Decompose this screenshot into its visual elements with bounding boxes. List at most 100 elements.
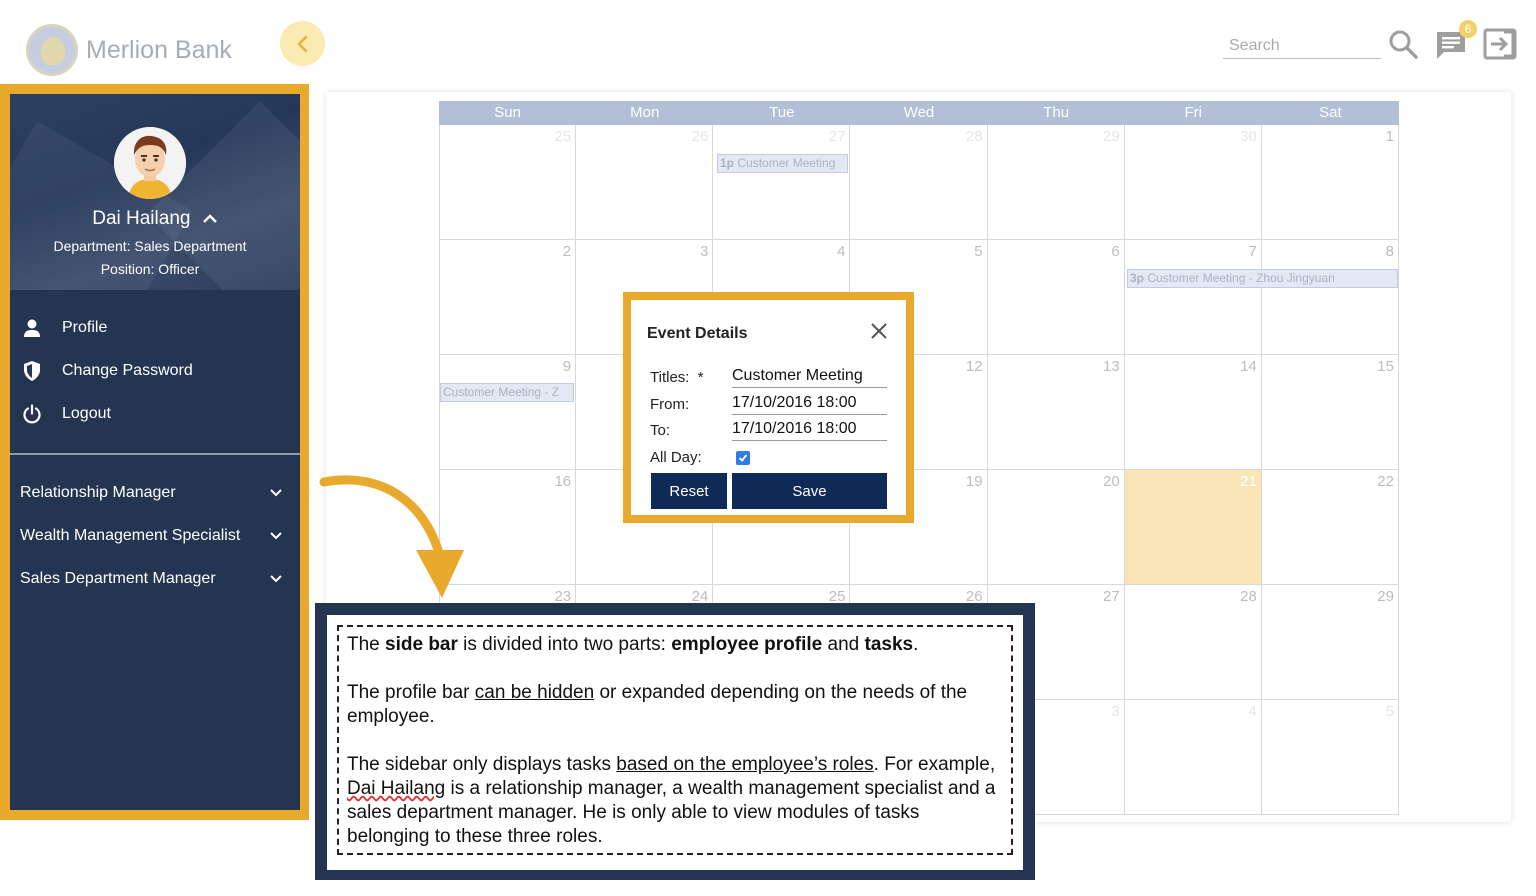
to-field[interactable]: 17/10/2016 18:00	[732, 419, 887, 441]
avatar[interactable]	[114, 127, 186, 199]
to-label: To:	[650, 422, 671, 439]
sidebar-task-relationship-manager[interactable]: Relationship Manager	[10, 475, 300, 511]
calendar-day-cell[interactable]: 29	[987, 125, 1125, 240]
allday-checkbox[interactable]	[736, 451, 750, 465]
sidebar-task-sales-department-manager[interactable]: Sales Department Manager	[10, 561, 300, 597]
bold-span: side bar	[385, 634, 458, 655]
day-number: 28	[1240, 588, 1257, 605]
day-number: 16	[554, 473, 572, 490]
save-button[interactable]: Save	[732, 473, 887, 509]
callout-text: The side bar is divided into two parts: …	[337, 625, 1013, 855]
calendar-day-cell[interactable]: 7	[1124, 240, 1262, 355]
search-field[interactable]	[1223, 35, 1381, 59]
calendar-day-cell[interactable]: 28	[1124, 585, 1262, 700]
day-number: 3	[1111, 703, 1120, 720]
exit-button[interactable]	[1483, 28, 1517, 65]
sidebar-item-label: Profile	[62, 319, 108, 336]
weekday-label: Sat	[1319, 104, 1342, 121]
day-number: 12	[965, 358, 983, 375]
calendar-event[interactable]: 1p Customer Meeting	[717, 154, 848, 173]
sidebar-item-label: Change Password	[62, 362, 193, 379]
sidebar-item-logout[interactable]: Logout	[10, 396, 300, 432]
bold-span: tasks	[864, 634, 914, 655]
day-number: 4	[1248, 703, 1257, 720]
event-details-dialog: Event Details Titles: * Customer Meeting…	[631, 300, 906, 515]
collapse-sidebar-button[interactable]	[280, 21, 325, 66]
chevron-down-icon	[270, 575, 282, 583]
brand[interactable]: Merlion Bank	[26, 24, 232, 76]
task-label: Sales Department Manager	[20, 570, 216, 587]
calendar-day-cell[interactable]: 4	[1124, 700, 1262, 815]
underlined-span: can be hidden	[474, 682, 595, 703]
calendar-event[interactable]: Customer Meeting - Z	[440, 383, 574, 402]
callout-paragraph: The side bar is divided into two parts: …	[347, 633, 1003, 657]
weekday-label: Mon	[630, 104, 660, 121]
from-field[interactable]: 17/10/2016 18:00	[732, 393, 887, 415]
day-number: 1	[1385, 128, 1394, 145]
sidebar-item-profile[interactable]: Profile	[10, 310, 300, 346]
calendar-day-cell[interactable]: 5	[1261, 700, 1399, 815]
profile-section: Dai Hailang Department: Sales Department…	[10, 94, 300, 290]
calendar-day-cell[interactable]: 9	[439, 355, 577, 470]
weekday-label: Fri	[1184, 104, 1203, 121]
day-number: 19	[965, 473, 983, 490]
calendar-day-cell[interactable]: 28	[850, 125, 988, 240]
task-label: Relationship Manager	[20, 484, 176, 501]
day-number: 5	[974, 243, 983, 260]
calendar-day-cell[interactable]: 13	[987, 355, 1125, 470]
search-button[interactable]	[1387, 28, 1419, 65]
titles-label-text: Titles:	[650, 369, 690, 386]
callout-frame: The side bar is divided into two parts: …	[315, 603, 1035, 880]
day-number: 8	[1385, 243, 1394, 260]
user-name-row[interactable]: Dai Hailang	[10, 208, 300, 230]
calendar-day-cell[interactable]: 8	[1261, 240, 1399, 355]
day-number: 6	[1111, 243, 1120, 260]
day-number: 7	[1248, 243, 1257, 260]
sidebar-task-wealth-management-specialist[interactable]: Wealth Management Specialist	[10, 518, 300, 554]
day-number: 4	[837, 243, 846, 260]
search-icon	[1389, 30, 1418, 59]
text-span: and	[822, 634, 865, 655]
calendar-day-cell[interactable]: 15	[1261, 355, 1399, 470]
titles-field[interactable]: Customer Meeting	[732, 366, 887, 388]
calendar-weekday-header: Sun Mon Tue Wed Thu Fri Sat	[439, 101, 1399, 125]
callout-paragraph: The profile bar can be hidden or expande…	[347, 681, 1003, 729]
event-title: Customer Meeting - Zhou Jingyuan	[1147, 271, 1335, 285]
lion-logo-icon	[26, 24, 78, 76]
sidebar-item-label: Logout	[62, 405, 111, 422]
calendar-day-cell[interactable]: 14	[1124, 355, 1262, 470]
text-span: The sidebar only displays tasks	[347, 754, 617, 775]
allday-label: All Day:	[650, 449, 702, 466]
calendar-day-cell[interactable]: 27	[713, 125, 851, 240]
calendar-day-cell[interactable]: 2	[439, 240, 577, 355]
chevron-left-icon	[297, 35, 307, 52]
reset-button[interactable]: Reset	[651, 473, 727, 509]
calendar-day-cell[interactable]: 25	[439, 125, 577, 240]
day-number: 26	[691, 128, 709, 145]
brand-name: Merlion Bank	[86, 35, 232, 64]
calendar-day-cell[interactable]: 26	[576, 125, 714, 240]
calendar-day-cell[interactable]: 6	[987, 240, 1125, 355]
calendar-day-cell[interactable]: 21	[1124, 470, 1262, 585]
chevron-down-icon	[270, 489, 282, 497]
event-time: 3p	[1130, 271, 1145, 285]
text-span: The profile bar	[347, 682, 475, 703]
user-department: Department: Sales Department	[53, 238, 247, 254]
calendar-day-cell[interactable]: 30	[1124, 125, 1262, 240]
sidebar-divider	[10, 453, 300, 455]
day-number: 9	[562, 358, 572, 375]
search-input[interactable]	[1223, 35, 1381, 57]
sidebar-item-change-password[interactable]: Change Password	[10, 353, 300, 389]
calendar-event[interactable]: 3p Customer Meeting - Zhou Jingyuan	[1127, 269, 1398, 288]
text-span: .	[913, 634, 919, 655]
app-root: Merlion Bank 6 Sun Mon Tue Wed Thu Fri S…	[0, 0, 1536, 896]
day-number: 30	[1240, 128, 1257, 145]
notification-badge: 6	[1459, 20, 1477, 38]
close-button[interactable]	[870, 322, 888, 345]
calendar-day-cell[interactable]: 20	[987, 470, 1125, 585]
avatar-face-icon	[114, 127, 186, 199]
calendar-day-cell[interactable]: 1	[1261, 125, 1399, 240]
calendar-day-cell[interactable]: 22	[1261, 470, 1399, 585]
day-number: 14	[1240, 358, 1257, 375]
calendar-day-cell[interactable]: 29	[1261, 585, 1399, 700]
